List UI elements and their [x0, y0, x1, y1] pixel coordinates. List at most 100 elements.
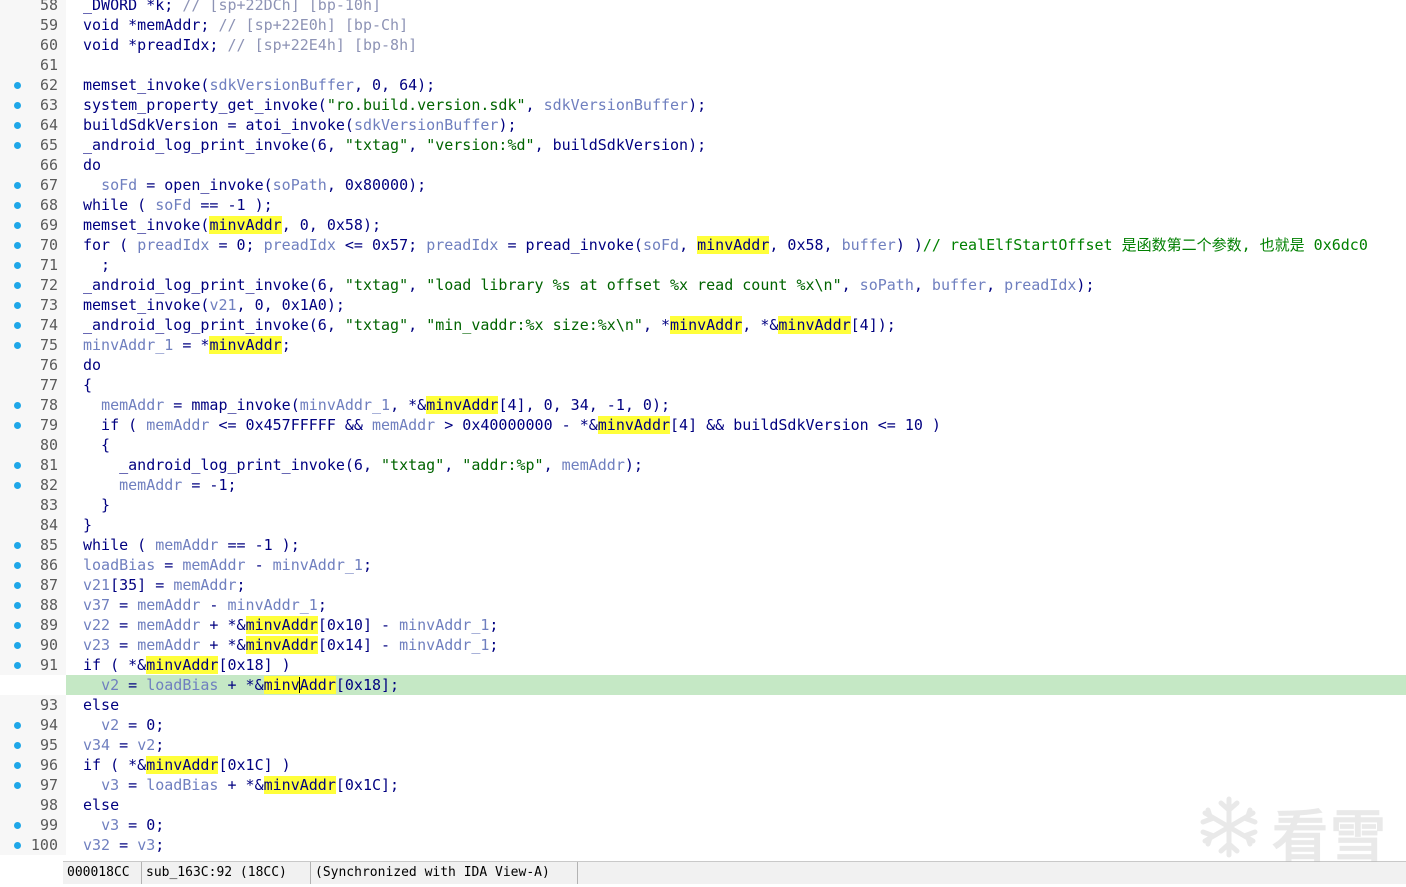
code-line[interactable]: 90 v23 = memAddr + *&minvAddr[0x14] - min…: [0, 635, 1406, 655]
breakpoint-dot-icon[interactable]: [14, 782, 21, 789]
code-line[interactable]: 86 loadBias = memAddr - minvAddr_1;: [0, 555, 1406, 575]
code-line[interactable]: 84}: [0, 515, 1406, 535]
highlighted-identifier[interactable]: minvAddr: [146, 656, 219, 674]
variable-token[interactable]: v37: [83, 596, 110, 614]
pseudocode-view[interactable]: 58 _DWORD *k; // [sp+22DCh] [bp-10h] 59 voi…: [0, 0, 1406, 860]
code-text[interactable]: do: [83, 355, 101, 375]
highlighted-identifier[interactable]: minvAddr: [209, 336, 282, 354]
variable-token[interactable]: loadBias: [146, 676, 218, 694]
variable-token[interactable]: memAddr: [146, 416, 209, 434]
code-line[interactable]: 71 ;: [0, 255, 1406, 275]
breakpoint-dot-icon[interactable]: [14, 622, 21, 629]
code-text[interactable]: void *memAddr; // [sp+22E0h] [bp-Ch]: [83, 15, 408, 35]
breakpoint-dot-icon[interactable]: [14, 102, 21, 109]
breakpoint-dot-icon[interactable]: [14, 742, 21, 749]
code-text[interactable]: soFd = open_invoke(soPath, 0x80000);: [83, 175, 426, 195]
code-text[interactable]: ;: [83, 255, 110, 275]
variable-token[interactable]: sdkVersionBuffer: [544, 96, 689, 114]
breakpoint-dot-icon[interactable]: [14, 222, 21, 229]
variable-token[interactable]: v2: [101, 676, 119, 694]
code-line[interactable]: 77 {: [0, 375, 1406, 395]
breakpoint-dot-icon[interactable]: [14, 242, 21, 249]
variable-token[interactable]: v32: [83, 836, 110, 854]
variable-token[interactable]: buffer: [932, 276, 986, 294]
breakpoint-dot-icon[interactable]: [14, 482, 21, 489]
code-line-current[interactable]: 92 v2 = loadBias + *&minvAddr[0x18];: [66, 675, 1406, 695]
code-line[interactable]: 74 _android_log_print_invoke(6, "txtag", …: [0, 315, 1406, 335]
variable-token[interactable]: minvAddr_1: [273, 556, 363, 574]
code-text[interactable]: {: [83, 435, 110, 455]
variable-token[interactable]: preadIdx: [137, 236, 209, 254]
highlighted-identifier[interactable]: minvAddr: [597, 416, 671, 434]
variable-token[interactable]: minvAddr_1: [228, 596, 318, 614]
code-text[interactable]: memset_invoke(v21, 0, 0x1A0);: [83, 295, 345, 315]
code-line[interactable]: 81 _android_log_print_invoke(6, "txtag",…: [0, 455, 1406, 475]
breakpoint-dot-icon[interactable]: [14, 322, 21, 329]
code-text[interactable]: _DWORD *k; // [sp+22DCh] [bp-10h]: [83, 0, 381, 15]
code-line[interactable]: 60 void *preadIdx; // [sp+22E4h] [bp-8h]: [0, 35, 1406, 55]
code-text[interactable]: else: [83, 795, 119, 815]
code-line[interactable]: 64 buildSdkVersion = atoi_invoke(sdkVersi…: [0, 115, 1406, 135]
highlighted-identifier[interactable]: Addr: [299, 676, 336, 694]
breakpoint-dot-icon[interactable]: [14, 142, 21, 149]
code-text[interactable]: for ( preadIdx = 0; preadIdx <= 0x57; pr…: [83, 235, 1368, 255]
code-text[interactable]: memAddr = mmap_invoke(minvAddr_1, *&minv…: [83, 395, 670, 415]
code-line[interactable]: 93 else: [0, 695, 1406, 715]
breakpoint-dot-icon[interactable]: [14, 122, 21, 129]
breakpoint-dot-icon[interactable]: [14, 822, 21, 829]
breakpoint-dot-icon[interactable]: [14, 642, 21, 649]
code-line[interactable]: 70 for ( preadIdx = 0; preadIdx <= 0x57; …: [0, 235, 1406, 255]
code-line[interactable]: 69 memset_invoke(minvAddr, 0, 0x58);: [0, 215, 1406, 235]
code-line[interactable]: 85 while ( memAddr == -1 );: [0, 535, 1406, 555]
variable-token[interactable]: memAddr: [137, 616, 200, 634]
variable-token[interactable]: v21: [209, 296, 236, 314]
variable-token[interactable]: loadBias: [146, 776, 218, 794]
code-line[interactable]: 88 v37 = memAddr - minvAddr_1;: [0, 595, 1406, 615]
code-line[interactable]: 96 if ( *&minvAddr[0x1C] ): [0, 755, 1406, 775]
breakpoint-dot-icon[interactable]: [14, 542, 21, 549]
code-text[interactable]: _android_log_print_invoke(6, "txtag", "m…: [83, 315, 896, 335]
variable-token[interactable]: preadIdx: [1004, 276, 1076, 294]
breakpoint-dot-icon[interactable]: [14, 602, 21, 609]
code-text[interactable]: memAddr = -1;: [83, 475, 236, 495]
variable-token[interactable]: memAddr: [562, 456, 625, 474]
code-line[interactable]: 72 _android_log_print_invoke(6, "txtag", …: [0, 275, 1406, 295]
code-line[interactable]: 76 do: [0, 355, 1406, 375]
variable-token[interactable]: loadBias: [83, 556, 155, 574]
highlighted-identifier[interactable]: minvAddr: [245, 636, 318, 654]
breakpoint-dot-icon[interactable]: [14, 422, 21, 429]
variable-token[interactable]: preadIdx: [264, 236, 336, 254]
code-text[interactable]: _android_log_print_invoke(6, "txtag", "l…: [83, 275, 1094, 295]
breakpoint-dot-icon[interactable]: [14, 182, 21, 189]
code-text[interactable]: _android_log_print_invoke(6, "txtag", "a…: [83, 455, 643, 475]
code-line[interactable]: 65 _android_log_print_invoke(6, "txtag", …: [0, 135, 1406, 155]
code-text[interactable]: memset_invoke(sdkVersionBuffer, 0, 64);: [83, 75, 435, 95]
variable-token[interactable]: memAddr: [119, 476, 182, 494]
code-text[interactable]: if ( memAddr <= 0x457FFFFF && memAddr > …: [83, 415, 941, 435]
variable-token[interactable]: v22: [83, 616, 110, 634]
code-line[interactable]: 83 }: [0, 495, 1406, 515]
highlighted-identifier[interactable]: minvAddr: [146, 756, 219, 774]
variable-token[interactable]: buffer: [842, 236, 896, 254]
code-line[interactable]: 59 void *memAddr; // [sp+22E0h] [bp-Ch]: [0, 15, 1406, 35]
code-line[interactable]: 78 memAddr = mmap_invoke(minvAddr_1, *&m…: [0, 395, 1406, 415]
code-text[interactable]: buildSdkVersion = atoi_invoke(sdkVersion…: [83, 115, 517, 135]
variable-token[interactable]: sdkVersionBuffer: [354, 116, 499, 134]
code-text[interactable]: minvAddr_1 = *minvAddr;: [83, 335, 291, 355]
variable-token[interactable]: memAddr: [101, 396, 164, 414]
variable-token[interactable]: v3: [101, 776, 119, 794]
code-line[interactable]: 68 while ( soFd == -1 );: [0, 195, 1406, 215]
variable-token[interactable]: v23: [83, 636, 110, 654]
breakpoint-dot-icon[interactable]: [14, 342, 21, 349]
breakpoint-dot-icon[interactable]: [14, 402, 21, 409]
code-line[interactable]: 82 memAddr = -1;: [0, 475, 1406, 495]
variable-token[interactable]: soFd: [643, 236, 679, 254]
breakpoint-dot-icon[interactable]: [14, 722, 21, 729]
code-text[interactable]: v34 = v2;: [83, 735, 164, 755]
code-line[interactable]: 75 minvAddr_1 = *minvAddr;: [0, 335, 1406, 355]
variable-token[interactable]: v2: [101, 716, 119, 734]
breakpoint-dot-icon[interactable]: [14, 562, 21, 569]
highlighted-identifier[interactable]: minvAddr: [426, 396, 499, 414]
code-text[interactable]: v37 = memAddr - minvAddr_1;: [83, 595, 327, 615]
breakpoint-dot-icon[interactable]: [14, 302, 21, 309]
